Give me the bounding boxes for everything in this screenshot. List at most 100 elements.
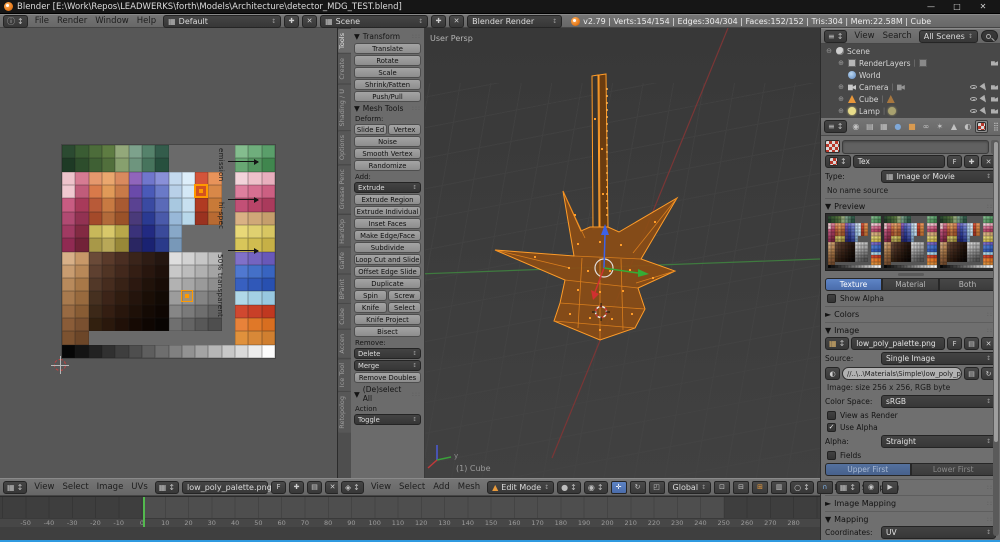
- tool-button-extrude-individual[interactable]: Extrude Individual: [354, 206, 421, 217]
- fake-user-button[interactable]: F: [947, 155, 962, 168]
- tool-dropdown-extrude[interactable]: Extrude ↕: [354, 182, 421, 193]
- open-image-button[interactable]: ▤: [307, 480, 323, 494]
- orientation-dropdown[interactable]: Global ↕: [667, 480, 712, 494]
- tab-object-data[interactable]: ▲: [947, 120, 960, 133]
- coordinates-dropdown[interactable]: UV ↕: [881, 526, 996, 539]
- menu-help[interactable]: Help: [133, 16, 160, 26]
- image-mapping-panel-header[interactable]: ► Image Mapping:::: [825, 495, 996, 508]
- tool-button-rotate[interactable]: Rotate: [354, 55, 421, 66]
- fields-checkbox[interactable]: [827, 451, 836, 460]
- image-name-field[interactable]: low_poly_palette.png: [182, 480, 272, 494]
- menu-view[interactable]: View: [367, 482, 395, 492]
- shelf-tab-create[interactable]: Create: [338, 53, 351, 84]
- close-button[interactable]: ✕: [970, 0, 996, 13]
- mesh-antenna[interactable]: [591, 74, 600, 230]
- texture-type-dropdown[interactable]: ▦ Image or Movie ↕: [881, 170, 996, 183]
- menu-render[interactable]: Render: [53, 16, 91, 26]
- tool-button-vertex[interactable]: Vertex: [388, 124, 421, 135]
- menu-uvs[interactable]: UVs: [127, 482, 151, 492]
- face-select-button[interactable]: ⊞: [752, 480, 769, 494]
- occlude-geometry-button[interactable]: ▥: [771, 480, 788, 494]
- tab-constraints[interactable]: ∞: [919, 120, 932, 133]
- tool-button-translate[interactable]: Translate: [354, 43, 421, 54]
- render-engine-dropdown[interactable]: Blender Render ↕: [467, 14, 563, 28]
- manipulator-rotate-button[interactable]: ↻: [629, 480, 646, 494]
- expand-toggle-icon[interactable]: ⊕: [837, 59, 845, 67]
- mesh-object[interactable]: [494, 190, 679, 341]
- cam-restrict-icon[interactable]: [991, 85, 998, 90]
- menu-image[interactable]: Image: [93, 482, 128, 492]
- tab-scene[interactable]: ▦: [877, 120, 890, 133]
- tab-particles[interactable]: ⣿: [989, 120, 1000, 133]
- z-axis-handle[interactable]: [603, 233, 606, 269]
- menu-search[interactable]: Search: [879, 31, 916, 41]
- edge-select-button[interactable]: ⊟: [733, 480, 750, 494]
- expand-toggle-icon[interactable]: ⊕: [837, 107, 845, 115]
- timeline-playhead[interactable]: [143, 497, 145, 527]
- properties-editor[interactable]: ≡↕ ◉▤▦●■∞✶▲◐⣿◌ ↕ Tex F ✚ ✕ Type: ▦Image …: [820, 118, 1000, 542]
- fake-user-button[interactable]: F: [947, 337, 962, 350]
- panel-header--de-select-all[interactable]: ▼ (De)select All:::: [354, 385, 421, 403]
- tool-button-extrude-region[interactable]: Extrude Region: [354, 194, 421, 205]
- tool-button-shrink-fatten[interactable]: Shrink/Fatten: [354, 79, 421, 90]
- cam-restrict-icon[interactable]: [991, 97, 998, 102]
- tool-button-duplicate[interactable]: Duplicate: [354, 278, 421, 289]
- cam-restrict-icon[interactable]: [991, 61, 998, 66]
- image-browse-button[interactable]: ▦ ↕: [825, 337, 850, 350]
- timeline-editor[interactable]: -50 -40 -30 -20 -10 0 10 20 30 40 50 60 70 80 90 100 110…: [0, 496, 820, 542]
- lower-first-button[interactable]: Lower First: [910, 463, 996, 476]
- mapping-panel-header[interactable]: ▼ Mapping:::: [825, 511, 996, 524]
- shelf-tab-retopolog[interactable]: Retopolog: [338, 391, 351, 433]
- uv-selection-marker[interactable]: [181, 290, 193, 302]
- shelf-tab-tools[interactable]: Tools: [338, 28, 351, 54]
- pivot-center-button[interactable]: ◉ ↕: [583, 480, 608, 494]
- colors-panel-header[interactable]: ► Colors:::: [825, 306, 996, 319]
- eye-restrict-icon[interactable]: [970, 85, 977, 89]
- cursor-restrict-icon[interactable]: [979, 106, 989, 116]
- tool-dropdown-delete[interactable]: Delete ↕: [354, 348, 421, 359]
- vertex-select-button[interactable]: ⊡: [714, 480, 731, 494]
- display-filter-dropdown[interactable]: All Scenes ↕: [918, 29, 978, 43]
- use-alpha-checkbox[interactable]: ✓: [827, 423, 836, 432]
- scene-dropdown[interactable]: ▦ Scene ↕: [320, 14, 429, 28]
- add-scene-button[interactable]: ✚: [431, 14, 447, 28]
- tool-button-randomize[interactable]: Randomize: [354, 160, 421, 171]
- tool-button-subdivide[interactable]: Subdivide: [354, 242, 421, 253]
- snap-element-button[interactable]: ▦ ↕: [835, 480, 861, 494]
- uv-image-editor[interactable]: emission hi-spec 50% transparent: [0, 28, 338, 478]
- tool-button-scale[interactable]: Scale: [354, 67, 421, 78]
- outliner-editor[interactable]: ≡ ↕ View Search All Scenes ↕ ⊖ Scene ⊕ RenderL…: [820, 28, 1000, 118]
- alpha-dropdown[interactable]: Straight ↕: [881, 435, 996, 448]
- shelf-tab-hardop[interactable]: HardOp: [338, 213, 351, 248]
- preview-both-button[interactable]: Both: [939, 278, 996, 291]
- snap-magnet-button[interactable]: ∩: [816, 480, 833, 494]
- editor-type-button-3d[interactable]: ◈ ↕: [341, 480, 364, 494]
- editor-type-button-properties[interactable]: ≡ ↕: [824, 120, 848, 133]
- tab-world[interactable]: ●: [891, 120, 904, 133]
- outliner-row-lamp[interactable]: ⊕ Lamp |: [821, 105, 1000, 117]
- tool-button-slide-ed[interactable]: Slide Ed: [354, 124, 387, 135]
- shelf-tab-grease-penc[interactable]: Grease Penc: [338, 164, 351, 214]
- texture-slot-list[interactable]: [842, 139, 989, 154]
- expand-toggle-icon[interactable]: ⊕: [837, 95, 845, 103]
- manipulator-translate-button[interactable]: ✛: [610, 480, 627, 494]
- tool-button-noise[interactable]: Noise: [354, 136, 421, 147]
- viewport-shading-button[interactable]: ● ↕: [557, 480, 581, 494]
- image-name-field[interactable]: low_poly_palette.png: [851, 337, 945, 350]
- properties-scrollbar[interactable]: [993, 140, 999, 536]
- tool-button-inset-faces[interactable]: Inset Faces: [354, 218, 421, 229]
- outliner-row-cube[interactable]: ⊕ Cube |: [821, 93, 1000, 105]
- cam-restrict-icon[interactable]: [991, 109, 998, 114]
- tool-dropdown-merge[interactable]: Merge ↕: [354, 360, 421, 371]
- preview-texture-button[interactable]: Texture: [825, 278, 882, 291]
- outliner-row-world[interactable]: World: [821, 69, 1000, 81]
- panel-header-mesh-tools[interactable]: ▼ Mesh Tools:::: [354, 104, 421, 113]
- shelf-tab-options[interactable]: Options: [338, 130, 351, 165]
- source-dropdown[interactable]: Single Image ↕: [881, 352, 996, 365]
- uv-selection-marker[interactable]: [194, 184, 208, 198]
- menu-mesh[interactable]: Mesh: [454, 482, 484, 492]
- expand-toggle-icon[interactable]: ⊖: [825, 47, 833, 55]
- shelf-tab-gaffe[interactable]: Gaffe: [338, 247, 351, 274]
- image-pack-button[interactable]: ◐: [825, 367, 840, 380]
- delete-scene-button[interactable]: ✕: [449, 14, 465, 28]
